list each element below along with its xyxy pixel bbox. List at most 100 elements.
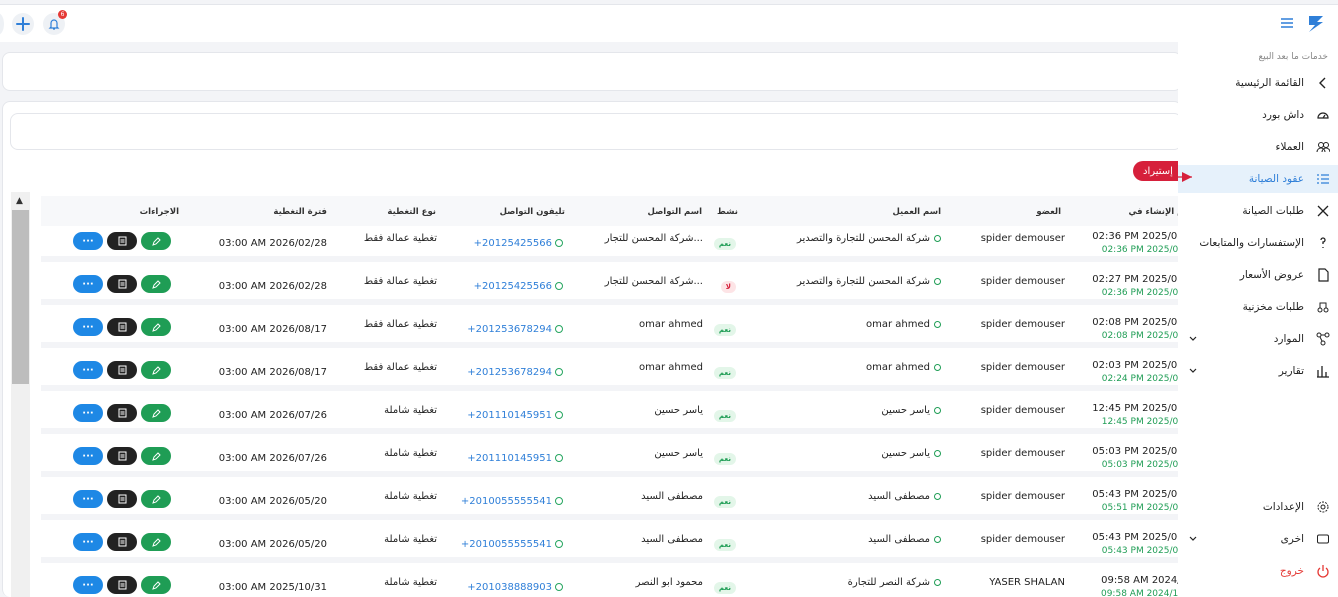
sidebar-item-settings[interactable]: الإعدادات bbox=[1178, 493, 1338, 521]
scrollbar-thumb[interactable] bbox=[12, 210, 29, 384]
contact-phone[interactable]: +2010055555541 bbox=[461, 496, 563, 507]
contact-phone[interactable]: +201110145951 bbox=[467, 453, 563, 464]
hamburger-icon[interactable] bbox=[1280, 16, 1294, 30]
edit-button[interactable] bbox=[141, 361, 171, 379]
contact-phone-text[interactable]: +2010055555541 bbox=[461, 496, 552, 507]
print-button[interactable] bbox=[107, 404, 137, 422]
coverage-type: تغطية شاملة bbox=[384, 405, 437, 416]
edit-button[interactable] bbox=[141, 576, 171, 594]
client-name-text[interactable]: شركة النصر للتجارة bbox=[848, 577, 930, 588]
client-name[interactable]: omar ahmed bbox=[866, 362, 941, 373]
more-actions-button[interactable]: ··· bbox=[73, 404, 103, 422]
contact-phone[interactable]: +201253678294 bbox=[467, 324, 563, 335]
client-name[interactable]: شركة النصر للتجارة bbox=[848, 577, 941, 588]
table-row[interactable]: 02:08 PM 2025/08/ 02:08 PM 2025/08/ spid… bbox=[41, 312, 1179, 348]
contact-phone-text[interactable]: +201110145951 bbox=[467, 453, 552, 464]
contact-phone-text[interactable]: +201253678294 bbox=[467, 324, 552, 335]
sidebar-item-other[interactable]: اخرى bbox=[1178, 525, 1338, 553]
client-name[interactable]: مصطفى السيد bbox=[868, 491, 941, 502]
client-name-text[interactable]: شركة المحسن للتجارة والتصدير bbox=[797, 233, 930, 244]
left-edge-button[interactable] bbox=[0, 13, 4, 35]
table-row[interactable]: 02:36 PM 2025/08/ 02:36 PM 2025/08/ spid… bbox=[41, 226, 1179, 262]
print-button[interactable] bbox=[107, 275, 137, 293]
more-actions-button[interactable]: ··· bbox=[73, 232, 103, 250]
sidebar-item-inquiries[interactable]: الإستفسارات والمتابعات bbox=[1178, 229, 1338, 257]
contact-phone[interactable]: +20125425566 bbox=[474, 281, 563, 292]
client-name[interactable]: ياسر حسين bbox=[881, 405, 941, 416]
edit-button[interactable] bbox=[141, 533, 171, 551]
print-button[interactable] bbox=[107, 232, 137, 250]
more-actions-button[interactable]: ··· bbox=[73, 533, 103, 551]
print-button[interactable] bbox=[107, 533, 137, 551]
sidebar-item-resources[interactable]: الموارد bbox=[1178, 325, 1338, 353]
sidebar-item-maintenance-requests[interactable]: طلبات الصيانة bbox=[1178, 197, 1338, 225]
table-header: تم الإنشاء في العضو اسم العميل نشط اسم ا… bbox=[41, 196, 1179, 226]
client-name-text[interactable]: مصطفى السيد bbox=[868, 534, 930, 545]
print-button[interactable] bbox=[107, 318, 137, 336]
print-button[interactable] bbox=[107, 361, 137, 379]
more-actions-button[interactable]: ··· bbox=[73, 318, 103, 336]
edit-button[interactable] bbox=[141, 232, 171, 250]
contact-phone[interactable]: +201110145951 bbox=[467, 410, 563, 421]
table-row[interactable]: 05:43 PM 2025/06/ 05:51 PM 2025/06/ spid… bbox=[41, 484, 1179, 520]
edit-button[interactable] bbox=[141, 404, 171, 422]
table-row[interactable]: 05:03 PM 2025/07/ 05:03 PM 2025/07/ spid… bbox=[41, 441, 1179, 477]
client-name[interactable]: omar ahmed bbox=[866, 319, 941, 330]
print-button[interactable] bbox=[107, 447, 137, 465]
more-actions-button[interactable]: ··· bbox=[73, 361, 103, 379]
client-name-text[interactable]: ياسر حسين bbox=[881, 448, 930, 459]
table-row[interactable]: 12:45 PM 2025/08/ 12:45 PM 2025/08/ spid… bbox=[41, 398, 1179, 434]
more-actions-button[interactable]: ··· bbox=[73, 576, 103, 594]
client-name[interactable]: مصطفى السيد bbox=[868, 534, 941, 545]
edit-button[interactable] bbox=[141, 318, 171, 336]
sidebar-item-stock-requests[interactable]: طلبات مخزنية bbox=[1178, 293, 1338, 321]
contact-phone[interactable]: +20125425566 bbox=[474, 238, 563, 249]
client-name-text[interactable]: ياسر حسين bbox=[881, 405, 930, 416]
client-name-text[interactable]: omar ahmed bbox=[866, 319, 930, 330]
edit-button[interactable] bbox=[141, 490, 171, 508]
contact-phone[interactable]: +201038888903 bbox=[467, 582, 563, 593]
vertical-scrollbar[interactable]: ▲ bbox=[11, 192, 30, 597]
print-button[interactable] bbox=[107, 490, 137, 508]
more-actions-button[interactable]: ··· bbox=[73, 447, 103, 465]
more-actions-button[interactable]: ··· bbox=[73, 490, 103, 508]
sidebar-item-main-menu[interactable]: القائمة الرئيسية bbox=[1178, 69, 1338, 97]
edit-button[interactable] bbox=[141, 275, 171, 293]
sidebar-item-clients[interactable]: العملاء bbox=[1178, 133, 1338, 161]
table-row[interactable]: 02:27 PM 2025/08/ 02:36 PM 2025/08/ spid… bbox=[41, 269, 1179, 305]
coverage-period: 03:00 AM 2026/07/26 bbox=[218, 410, 327, 421]
client-name[interactable]: ياسر حسين bbox=[881, 448, 941, 459]
client-name-text[interactable]: شركة المحسن للتجارة والتصدير bbox=[797, 276, 930, 287]
more-actions-button[interactable]: ··· bbox=[73, 275, 103, 293]
add-button[interactable] bbox=[12, 13, 34, 35]
contact-phone-text[interactable]: +201038888903 bbox=[467, 582, 552, 593]
client-name[interactable]: شركة المحسن للتجارة والتصدير bbox=[797, 233, 941, 244]
contact-phone-text[interactable]: +2010055555541 bbox=[461, 539, 552, 550]
sidebar-item-label: الموارد bbox=[1273, 333, 1304, 345]
contact-phone-text[interactable]: +20125425566 bbox=[474, 281, 552, 292]
contact-phone-text[interactable]: +201110145951 bbox=[467, 410, 552, 421]
sidebar-item-logout[interactable]: خروج bbox=[1178, 557, 1338, 585]
client-name-text[interactable]: مصطفى السيد bbox=[868, 491, 930, 502]
table-row[interactable]: 02:03 PM 2025/08/ 02:24 PM 2025/08/ spid… bbox=[41, 355, 1179, 391]
print-button[interactable] bbox=[107, 576, 137, 594]
created-date: 05:43 PM 2025/06/ bbox=[1092, 489, 1179, 500]
notifications-button[interactable]: 6 bbox=[43, 10, 67, 35]
contact-phone-text[interactable]: +201253678294 bbox=[467, 367, 552, 378]
client-name[interactable]: شركة المحسن للتجارة والتصدير bbox=[797, 276, 941, 287]
sidebar-item-dashboard[interactable]: داش بورد bbox=[1178, 101, 1338, 129]
client-name-text[interactable]: omar ahmed bbox=[866, 362, 930, 373]
table-row[interactable]: 09:58 AM 2024/1 09:58 AM 2024/10/ YASER … bbox=[41, 570, 1179, 597]
table-row[interactable]: 05:43 PM 2025/06/ 05:43 PM 2025/06/ spid… bbox=[41, 527, 1179, 563]
reports-icon bbox=[1317, 366, 1329, 378]
sidebar-item-reports[interactable]: تقارير bbox=[1178, 357, 1338, 385]
sidebar-item-quotes[interactable]: عروض الأسعار bbox=[1178, 261, 1338, 289]
edit-button[interactable] bbox=[141, 447, 171, 465]
whatsapp-icon bbox=[555, 583, 563, 591]
contact-phone[interactable]: +201253678294 bbox=[467, 367, 563, 378]
sidebar-item-maintenance-contracts[interactable]: عقود الصيانة bbox=[1178, 165, 1338, 193]
scroll-up-icon[interactable]: ▲ bbox=[16, 196, 23, 206]
contact-phone-text[interactable]: +20125425566 bbox=[474, 238, 552, 249]
contact-phone[interactable]: +2010055555541 bbox=[461, 539, 563, 550]
sidebar-item-label: طلبات الصيانة bbox=[1242, 205, 1304, 217]
